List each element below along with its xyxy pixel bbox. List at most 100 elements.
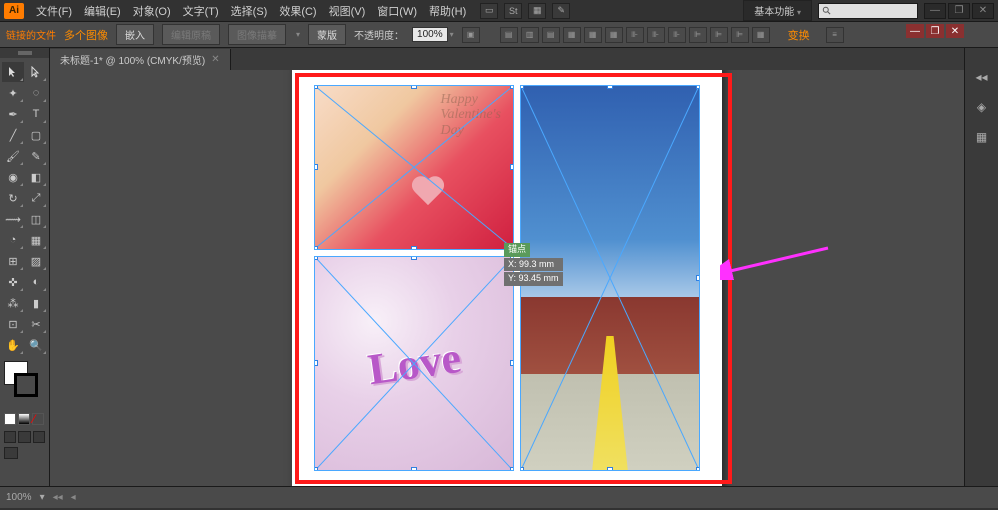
dist-top-icon[interactable]: ⊫ (689, 27, 707, 43)
none-mode-icon[interactable]: ⁄ (32, 413, 44, 425)
menu-object[interactable]: 对象(O) (127, 1, 177, 21)
y-coord: Y: 93.45 mm (504, 272, 563, 286)
rotate-tool[interactable]: ↻ (2, 188, 24, 208)
direct-selection-tool[interactable] (25, 62, 47, 82)
width-tool[interactable]: ⟿ (2, 209, 24, 229)
toolbar-icon-1[interactable]: ▭ (480, 3, 498, 19)
align-hcenter-icon[interactable]: ▥ (521, 27, 539, 43)
dist-hcenter-icon[interactable]: ⊪ (647, 27, 665, 43)
toolbar-icon-3[interactable]: ▦ (528, 3, 546, 19)
perspective-grid-tool[interactable]: ▦ (25, 230, 47, 250)
close-button[interactable]: ✕ (972, 3, 994, 19)
dist-right-icon[interactable]: ⊪ (668, 27, 686, 43)
screen-mode-icon[interactable] (4, 447, 18, 459)
prev-icon[interactable]: ◂ (71, 492, 76, 503)
search-icon (822, 6, 832, 16)
menu-help[interactable]: 帮助(H) (423, 1, 472, 21)
dist-left-icon[interactable]: ⊪ (626, 27, 644, 43)
prev-artboard-icon[interactable]: ◂◂ (53, 492, 63, 503)
search-input[interactable] (818, 3, 918, 19)
maximize-button[interactable]: ❐ (948, 3, 970, 19)
lasso-tool[interactable]: ◌ (25, 83, 47, 103)
document-tabs: 未标题-1* @ 100% (CMYK/预览) ✕ (50, 48, 964, 70)
placed-image-candy[interactable] (314, 85, 514, 250)
line-tool[interactable]: ╱ (2, 125, 24, 145)
slice-tool[interactable]: ✂ (25, 314, 47, 334)
free-transform-tool[interactable]: ◫ (25, 209, 47, 229)
drawing-mode-behind-icon[interactable] (18, 431, 30, 443)
drawing-mode-normal-icon[interactable] (4, 431, 16, 443)
eyedropper-tool[interactable]: ✜ (2, 272, 24, 292)
transform-link[interactable]: 变换 (788, 27, 810, 43)
stroke-swatch[interactable] (14, 373, 38, 397)
hand-tool[interactable]: ✋ (2, 335, 24, 355)
opacity-label: 不透明度： (354, 27, 404, 42)
image-trace-button[interactable]: 图像描摹 (228, 24, 286, 45)
app-logo: Ai (4, 3, 24, 19)
dist-vcenter-icon[interactable]: ⊫ (710, 27, 728, 43)
symbol-sprayer-tool[interactable]: ⁂ (2, 293, 24, 313)
subwindow-close[interactable]: ✕ (946, 24, 964, 38)
zoom-value[interactable]: 100% (6, 492, 32, 503)
menu-edit[interactable]: 编辑(E) (78, 1, 127, 21)
align-left-icon[interactable]: ▤ (500, 27, 518, 43)
toolbar-icon-2[interactable]: St (504, 3, 522, 19)
dist-bottom-icon[interactable]: ⊫ (731, 27, 749, 43)
subwindow-maximize[interactable]: ❐ (926, 24, 944, 38)
toolbox-handle[interactable] (0, 48, 49, 58)
paintbrush-tool[interactable]: 🖌 (2, 146, 24, 166)
menu-window[interactable]: 窗口(W) (371, 1, 423, 21)
panel-menu-icon[interactable]: ≡ (826, 27, 844, 43)
close-tab-icon[interactable]: ✕ (211, 54, 219, 65)
multi-image-label: 多个图像 (64, 27, 108, 43)
minimize-button[interactable]: — (924, 3, 946, 19)
subwindow-minimize[interactable]: — (906, 24, 924, 38)
column-graph-tool[interactable]: ▮ (25, 293, 47, 313)
align-vcenter-icon[interactable]: ▦ (584, 27, 602, 43)
color-mode-icon[interactable] (4, 413, 16, 425)
workspace-switcher[interactable]: 基本功能 ▾ (743, 0, 812, 21)
align-right-icon[interactable]: ▤ (542, 27, 560, 43)
shape-builder-tool[interactable]: ◔ (2, 230, 24, 250)
opacity-value[interactable]: 100% (412, 27, 448, 42)
menu-view[interactable]: 视图(V) (323, 1, 372, 21)
type-tool[interactable]: T (25, 104, 47, 124)
edit-original-button: 编辑原稿 (162, 24, 220, 45)
selection-tool[interactable] (2, 62, 24, 82)
document-tab[interactable]: 未标题-1* @ 100% (CMYK/预览) ✕ (50, 49, 231, 70)
artboard-tool[interactable]: ⊡ (2, 314, 24, 334)
scale-tool[interactable]: ⤢ (25, 188, 47, 208)
style-icon[interactable]: ▣ (462, 27, 480, 43)
blob-brush-tool[interactable]: ◉ (2, 167, 24, 187)
gradient-tool[interactable]: ▨ (25, 251, 47, 271)
zoom-tool[interactable]: 🔍 (25, 335, 47, 355)
toolbar-icon-4[interactable]: ✎ (552, 3, 570, 19)
pen-tool[interactable]: ✒ (2, 104, 24, 124)
layers-panel-icon[interactable]: ◈ (972, 98, 992, 116)
drawing-mode-inside-icon[interactable] (33, 431, 45, 443)
love-text: Love (364, 332, 463, 395)
menu-text[interactable]: 文字(T) (177, 1, 225, 21)
canvas[interactable]: Love 锚点 X: 99.3 mm Y: 93.45 mm (50, 70, 964, 486)
menu-select[interactable]: 选择(S) (225, 1, 274, 21)
align-bottom-icon[interactable]: ▦ (605, 27, 623, 43)
pencil-tool[interactable]: ✎ (25, 146, 47, 166)
panel-expand-icon[interactable]: ◂◂ (972, 68, 992, 86)
menu-file[interactable]: 文件(F) (30, 1, 78, 21)
placed-image-love[interactable]: Love (314, 256, 514, 472)
magic-wand-tool[interactable]: ✦ (2, 83, 24, 103)
gradient-mode-icon[interactable] (18, 413, 30, 425)
menu-effect[interactable]: 效果(C) (273, 1, 322, 21)
eraser-tool[interactable]: ◧ (25, 167, 47, 187)
embed-button[interactable]: 嵌入 (116, 24, 154, 45)
mask-button[interactable]: 蒙版 (308, 24, 346, 45)
linked-file-label: 链接的文件 (6, 27, 56, 42)
align-to-icon[interactable]: ▦ (752, 27, 770, 43)
control-bar: 链接的文件 多个图像 嵌入 编辑原稿 图像描摹 ▾ 蒙版 不透明度： 100%▾… (0, 22, 998, 48)
artboard: Love 锚点 X: 99.3 mm Y: 93.45 mm (292, 70, 722, 486)
rectangle-tool[interactable]: ▢ (25, 125, 47, 145)
align-top-icon[interactable]: ▦ (563, 27, 581, 43)
blend-tool[interactable]: ◐ (25, 272, 47, 292)
mesh-tool[interactable]: ⊞ (2, 251, 24, 271)
properties-panel-icon[interactable]: ▦ (972, 128, 992, 146)
